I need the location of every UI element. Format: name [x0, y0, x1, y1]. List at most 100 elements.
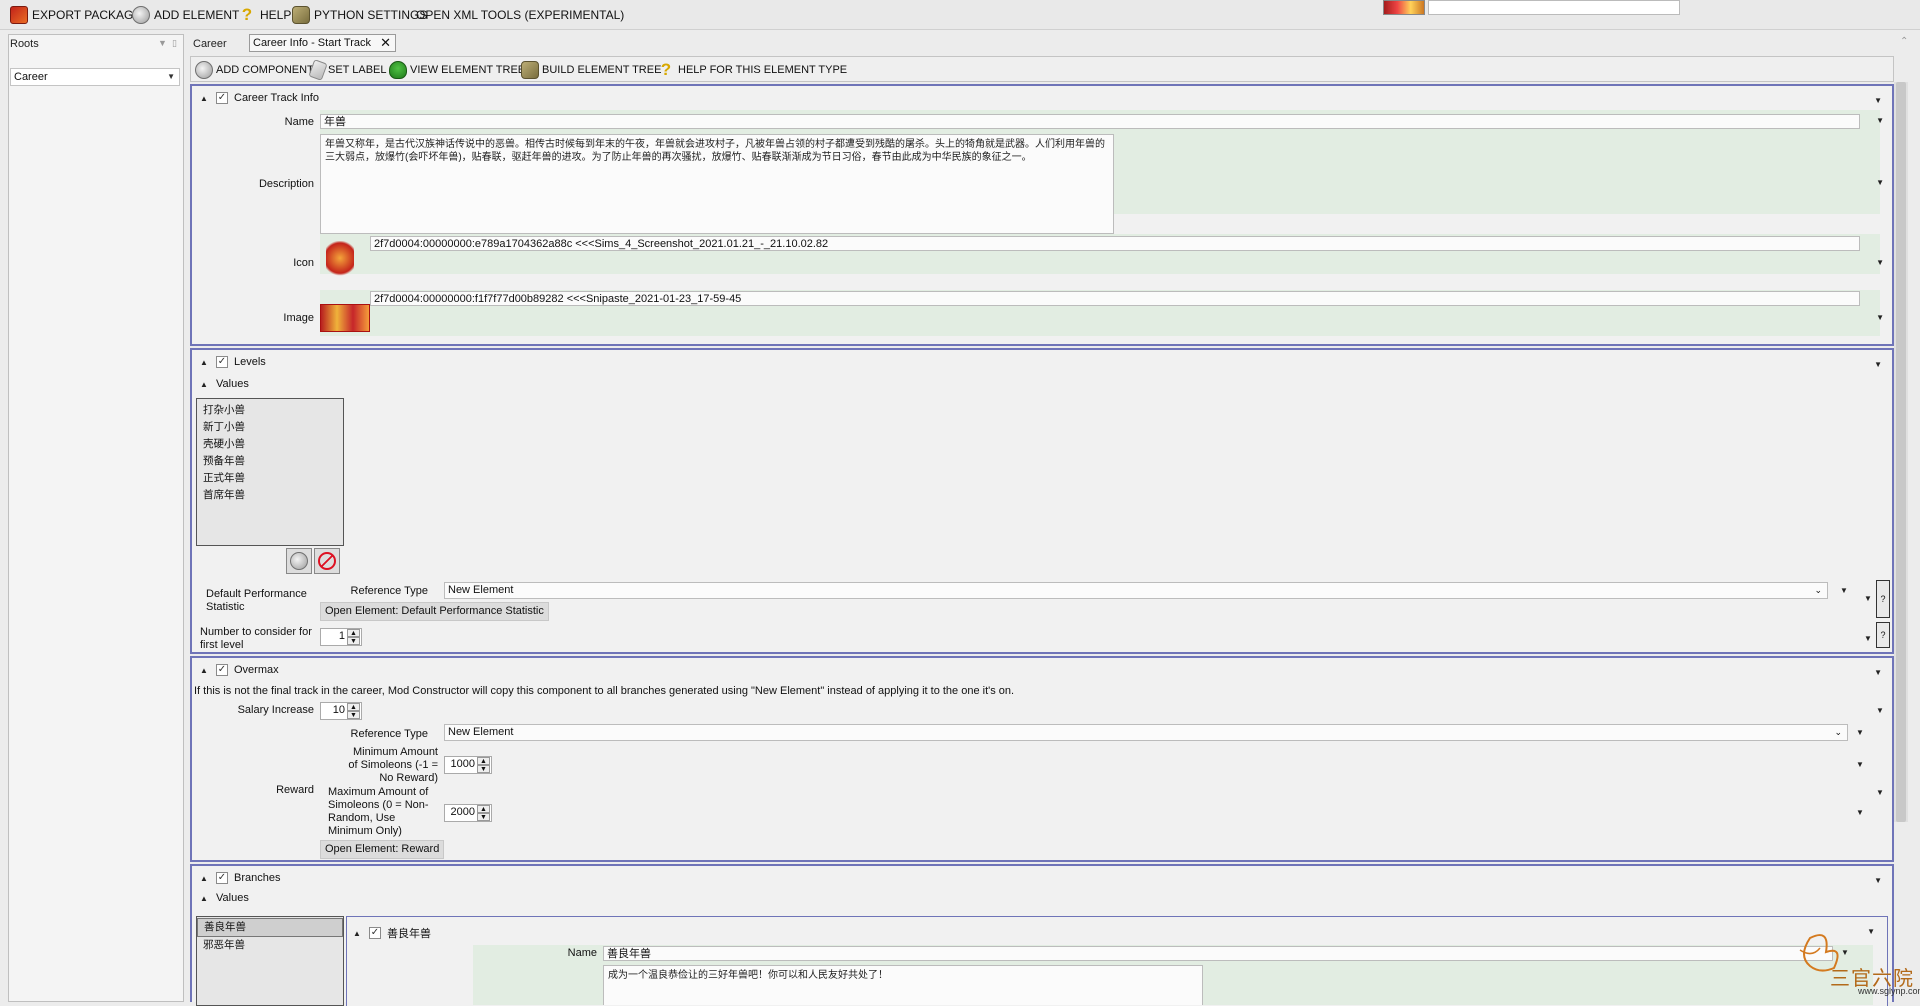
chevron-down-icon[interactable]: ▼: [1876, 313, 1884, 322]
collapse-icon[interactable]: ▲: [200, 358, 210, 367]
chevron-down-icon[interactable]: ▼: [1864, 634, 1872, 643]
set-label-button[interactable]: SET LABEL: [308, 59, 387, 81]
view-element-tree-button[interactable]: VIEW ELEMENT TREE: [389, 61, 525, 79]
branch-description-textarea[interactable]: 成为一个温良恭俭让的三好年兽吧！你可以和人民友好共处了！: [603, 965, 1203, 1005]
chevron-up-icon[interactable]: ▲: [347, 703, 360, 711]
open-reward-button[interactable]: Open Element: Reward: [320, 840, 445, 859]
icon-label: Icon: [293, 257, 314, 269]
list-item[interactable]: 壳硬小兽: [197, 436, 343, 453]
chevron-down-icon[interactable]: ▼: [347, 711, 360, 719]
chevron-down-icon[interactable]: ▼: [1876, 788, 1884, 797]
collapse-icon[interactable]: ▲: [200, 94, 210, 103]
number-consider-stepper[interactable]: 1 ▲ ▼: [320, 628, 362, 646]
chevron-up-icon[interactable]: ▲: [477, 805, 490, 813]
image-field[interactable]: 2f7d0004:00000000:f1f7f77d00b89282 <<<Sn…: [370, 291, 1860, 306]
python-icon: [292, 6, 310, 24]
reward-reference-type-select[interactable]: New Element ⌄: [444, 724, 1848, 741]
add-value-button[interactable]: [286, 548, 312, 574]
help-element-type-button[interactable]: ? HELP FOR THIS ELEMENT TYPE: [657, 61, 847, 79]
python-settings-button[interactable]: PYTHON SETTINGS: [292, 6, 427, 24]
remove-value-button[interactable]: [314, 548, 340, 574]
levels-list[interactable]: 打杂小兽 新丁小兽 壳硬小兽 预备年兽 正式年兽 首席年兽: [196, 398, 344, 546]
export-package-button[interactable]: EXPORT PACKAGE: [10, 6, 141, 24]
chevron-up-icon[interactable]: ▲: [347, 629, 360, 637]
chevron-down-icon[interactable]: ▼: [1876, 178, 1884, 187]
list-item[interactable]: 邪恶年兽: [197, 937, 343, 954]
chevron-down-icon[interactable]: ▼: [1856, 728, 1864, 737]
chevron-down-icon[interactable]: ▼: [477, 765, 490, 773]
max-simoleons-label: Maximum Amount of Simoleons (0 = Non-Ran…: [328, 786, 429, 837]
image-label: Image: [283, 312, 314, 324]
breadcrumb-career[interactable]: Career: [193, 38, 227, 50]
icon-preview-image: [326, 241, 354, 279]
tab-career-info[interactable]: Career Info - Start Track ✕: [249, 34, 396, 52]
chevron-down-icon[interactable]: ▼: [1840, 586, 1848, 595]
help-button[interactable]: ? HELP: [238, 6, 292, 24]
add-component-button[interactable]: ADD COMPONENT: [195, 61, 314, 79]
chevron-down-icon[interactable]: ▼: [1856, 808, 1864, 817]
reference-type-select[interactable]: New Element ⌄: [444, 582, 1828, 599]
overmax-checkbox[interactable]: ✓: [216, 664, 228, 676]
collapse-icon[interactable]: ▲: [200, 874, 210, 883]
collapse-icon[interactable]: ▲: [200, 666, 210, 675]
name-field[interactable]: 年兽: [320, 114, 1860, 129]
puzzle-icon: [195, 61, 213, 79]
help-element-type-label: HELP FOR THIS ELEMENT TYPE: [678, 64, 848, 76]
branch-detail-title: 善良年兽: [387, 928, 431, 940]
chevron-down-icon[interactable]: ▼: [1874, 96, 1882, 105]
tab-career-info-label: Career Info - Start Track: [253, 37, 371, 49]
branch-detail-panel: ▲ ✓ 善良年兽 ▼ Name 善良年兽 ▼ 成为一个温良恭俭让的三好年兽吧！你…: [346, 916, 1888, 1006]
min-simoleons-value: 1000: [450, 758, 475, 770]
chevron-down-icon[interactable]: ▼: [1874, 668, 1882, 677]
branches-checkbox[interactable]: ✓: [216, 872, 228, 884]
collapse-icon[interactable]: ▲: [200, 380, 210, 389]
open-default-performance-button[interactable]: Open Element: Default Performance Statis…: [320, 602, 549, 621]
chevron-up-icon[interactable]: ▲: [477, 757, 490, 765]
salary-increase-stepper[interactable]: 10 ▲ ▼: [320, 702, 362, 720]
list-item[interactable]: 预备年兽: [197, 453, 343, 470]
list-item[interactable]: 打杂小兽: [197, 402, 343, 419]
chevron-down-icon[interactable]: ▼: [1876, 258, 1884, 267]
levels-values-label: Values: [216, 378, 249, 390]
chevron-down-icon[interactable]: ▼: [1876, 116, 1884, 125]
chevron-down-icon[interactable]: ▼: [1856, 760, 1864, 769]
list-item[interactable]: 首席年兽: [197, 487, 343, 504]
chevron-down-icon[interactable]: ▼: [1874, 360, 1882, 369]
top-search-field[interactable]: [1428, 0, 1680, 15]
levels-values-header: ▲ Values: [200, 378, 249, 390]
list-item[interactable]: 新丁小兽: [197, 419, 343, 436]
chevron-down-icon[interactable]: ▼: [347, 637, 360, 645]
max-simoleons-value: 2000: [450, 806, 475, 818]
collapse-icon[interactable]: ▲: [353, 929, 363, 938]
collapse-icon[interactable]: ▲: [200, 894, 210, 903]
branches-list[interactable]: 善良年兽 邪恶年兽: [196, 916, 344, 1006]
branch-detail-checkbox[interactable]: ✓: [369, 927, 381, 939]
max-simoleons-stepper[interactable]: 2000 ▲ ▼: [444, 804, 492, 822]
chevron-down-icon[interactable]: ▼: [477, 813, 490, 821]
icon-field[interactable]: 2f7d0004:00000000:e789a1704362a88c <<<Si…: [370, 236, 1860, 251]
open-xml-tools-button[interactable]: OPEN XML TOOLS (EXPERIMENTAL): [416, 6, 624, 24]
scrollbar-thumb[interactable]: [1896, 82, 1906, 822]
chevron-down-icon[interactable]: ▼: [1876, 706, 1884, 715]
roots-dropdown-icon[interactable]: ▼: [158, 38, 167, 48]
career-track-info-checkbox[interactable]: ✓: [216, 92, 228, 104]
build-icon: [521, 61, 539, 79]
roots-pin-icon[interactable]: ▯: [172, 38, 177, 49]
list-item[interactable]: 正式年兽: [197, 470, 343, 487]
list-item[interactable]: 善良年兽: [197, 918, 343, 937]
min-simoleons-stepper[interactable]: 1000 ▲ ▼: [444, 756, 492, 774]
help-number-button[interactable]: ?: [1876, 622, 1890, 648]
help-reference-button[interactable]: ?: [1876, 580, 1890, 618]
description-textarea[interactable]: 年兽又称年，是古代汉族神话传说中的恶兽。相传古时候每到年末的午夜，年兽就会进攻村…: [320, 134, 1114, 234]
close-icon[interactable]: ✕: [380, 35, 391, 51]
chevron-down-icon[interactable]: ▼: [1864, 594, 1872, 603]
scroll-up-icon[interactable]: ⌃: [1900, 36, 1908, 47]
add-element-button[interactable]: ADD ELEMENT: [132, 6, 239, 24]
add-component-label: ADD COMPONENT: [216, 64, 314, 76]
branch-name-field[interactable]: 善良年兽: [603, 946, 1833, 961]
levels-checkbox[interactable]: ✓: [216, 356, 228, 368]
main-scrollbar[interactable]: [1894, 82, 1908, 822]
chevron-down-icon[interactable]: ▼: [1874, 876, 1882, 885]
build-element-tree-button[interactable]: BUILD ELEMENT TREE: [521, 61, 661, 79]
career-select[interactable]: Career ▼: [10, 68, 180, 86]
